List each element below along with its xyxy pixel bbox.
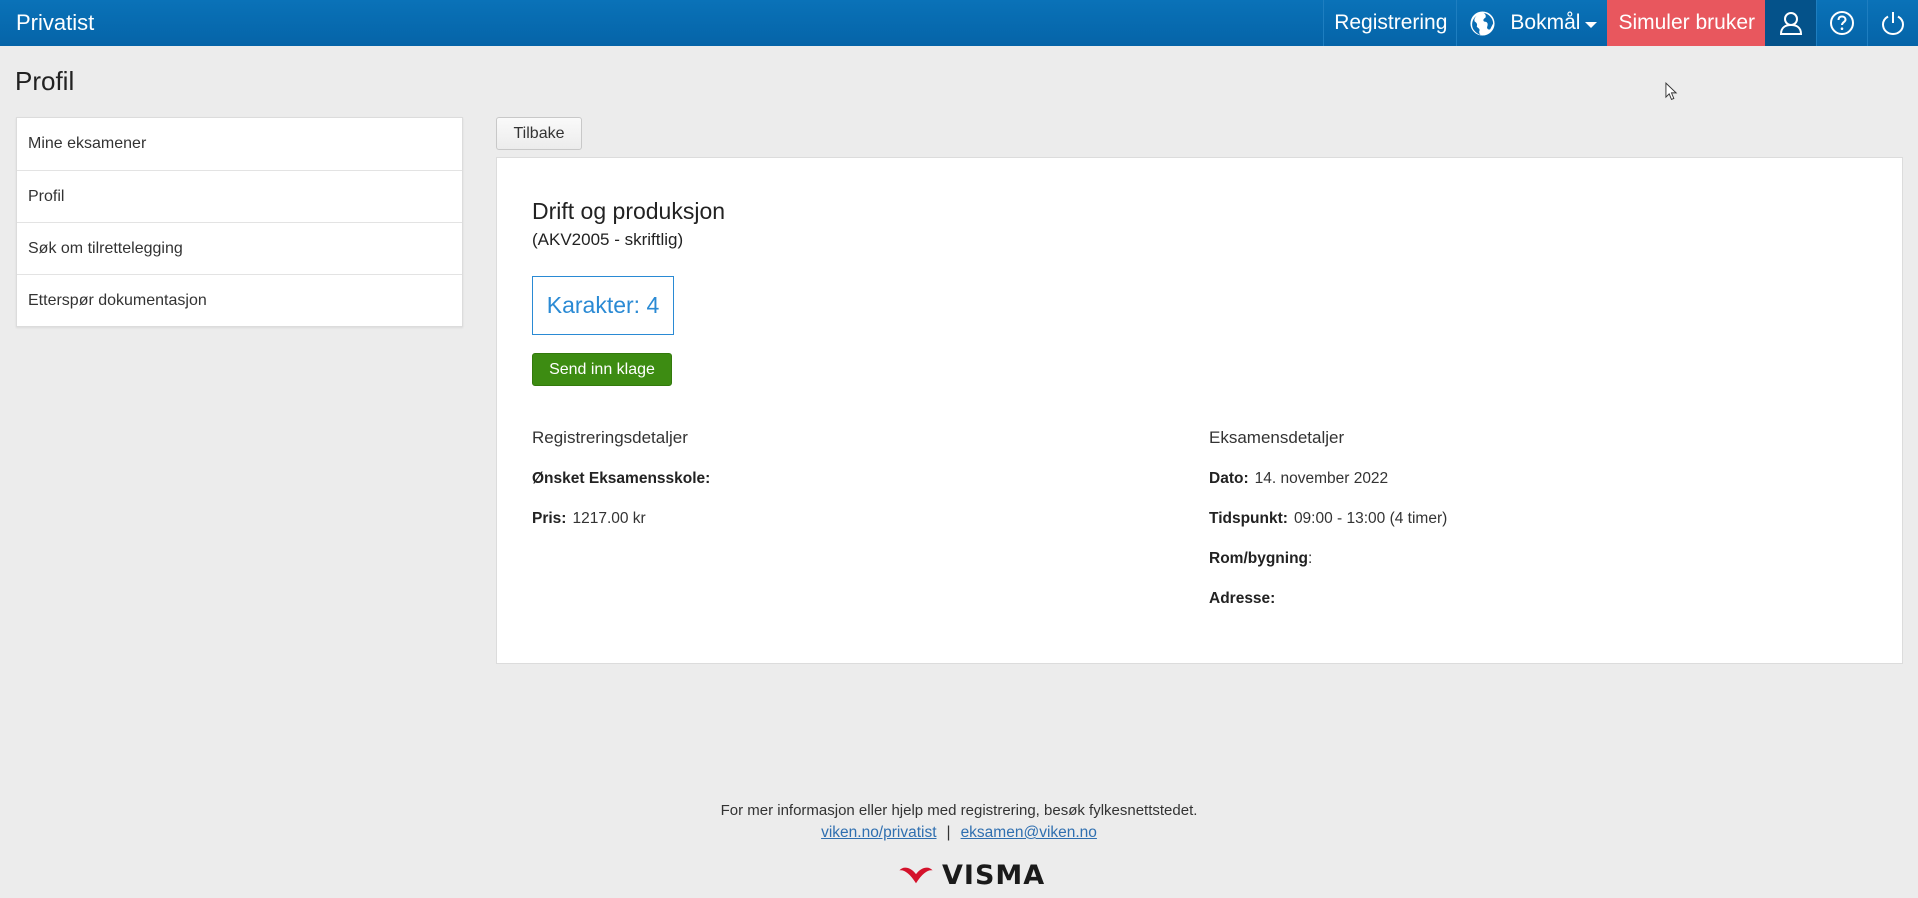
top-navbar: Privatist Registrering Bokmål Simuler br… (0, 0, 1918, 46)
preferred-school-row: Ønsket Eksamensskole: (532, 470, 716, 488)
grade-badge: Karakter: 4 (532, 276, 674, 335)
email-link[interactable]: eksamen@viken.no (961, 824, 1097, 841)
visma-swoosh-icon (899, 867, 933, 884)
registration-link[interactable]: Registrering (1323, 0, 1456, 46)
visma-wordmark: VISMA (942, 859, 1046, 891)
logout-button[interactable] (1867, 0, 1918, 46)
help-icon (1830, 11, 1854, 35)
footer-separator: | (946, 824, 951, 841)
exam-time-label: Tidspunkt: (1209, 510, 1288, 527)
help-button[interactable] (1816, 0, 1867, 46)
sidebar-item-mine-eksamener[interactable]: Mine eksamener (17, 118, 462, 170)
registration-details-heading: Registreringsdetaljer (532, 428, 688, 447)
exam-room-colon: : (1308, 550, 1313, 567)
price-value: 1217.00 kr (572, 510, 646, 527)
exam-card: Drift og produksjon (AKV2005 - skriftlig… (496, 157, 1903, 664)
exam-room-row: Rom/bygning: (1209, 550, 1312, 568)
exam-address-label: Adresse: (1209, 590, 1276, 607)
price-label: Pris: (532, 510, 567, 527)
exam-date-row: Dato: 14. november 2022 (1209, 470, 1388, 488)
preferred-school-label: Ønsket Eksamensskole: (532, 470, 711, 487)
course-code: (AKV2005 - skriftlig) (532, 230, 684, 249)
footer-info: For mer informasjon eller hjelp med regi… (720, 802, 1198, 819)
exam-date-value: 14. november 2022 (1254, 470, 1389, 487)
language-dropdown[interactable]: Bokmål (1456, 0, 1607, 46)
page-title: Profil (15, 66, 75, 96)
course-title: Drift og produksjon (532, 198, 726, 224)
user-profile-button[interactable] (1765, 0, 1816, 46)
language-label: Bokmål (1510, 11, 1581, 34)
globe-icon (1470, 10, 1495, 36)
exam-address-row: Adresse: (1209, 590, 1275, 608)
power-icon (1881, 12, 1905, 36)
exam-time-row: Tidspunkt: 09:00 - 13:00 (4 timer) (1209, 510, 1447, 528)
exam-date-label: Dato: (1209, 470, 1249, 487)
price-row: Pris: 1217.00 kr (532, 510, 646, 528)
privatist-link[interactable]: viken.no/privatist (821, 824, 936, 841)
sidebar-item-dokumentasjon[interactable]: Etterspør dokumentasjon (17, 274, 462, 326)
visma-logo: VISMA (897, 859, 1046, 891)
simulate-user-button[interactable]: Simuler bruker (1607, 0, 1765, 46)
sidebar-item-tilrettelegging[interactable]: Søk om tilrettelegging (17, 222, 462, 274)
chevron-down-icon (1585, 21, 1598, 28)
exam-details-heading: Eksamensdetaljer (1209, 428, 1345, 447)
brand-title[interactable]: Privatist (16, 0, 94, 46)
exam-room-label: Rom/bygning (1209, 550, 1309, 567)
exam-time-value: 09:00 - 13:00 (4 timer) (1293, 510, 1448, 527)
send-complaint-button[interactable]: Send inn klage (532, 353, 672, 386)
mouse-cursor-icon (1665, 82, 1678, 100)
footer-links: viken.no/privatist | eksamen@viken.no (0, 824, 1918, 842)
navbar-right: Registrering Bokmål Simuler bruker (1323, 0, 1918, 46)
user-icon (1779, 12, 1802, 35)
side-menu: Mine eksamener Profil Søk om tilretteleg… (16, 117, 463, 327)
back-button[interactable]: Tilbake (496, 117, 582, 150)
sidebar-item-profil[interactable]: Profil (17, 170, 462, 222)
